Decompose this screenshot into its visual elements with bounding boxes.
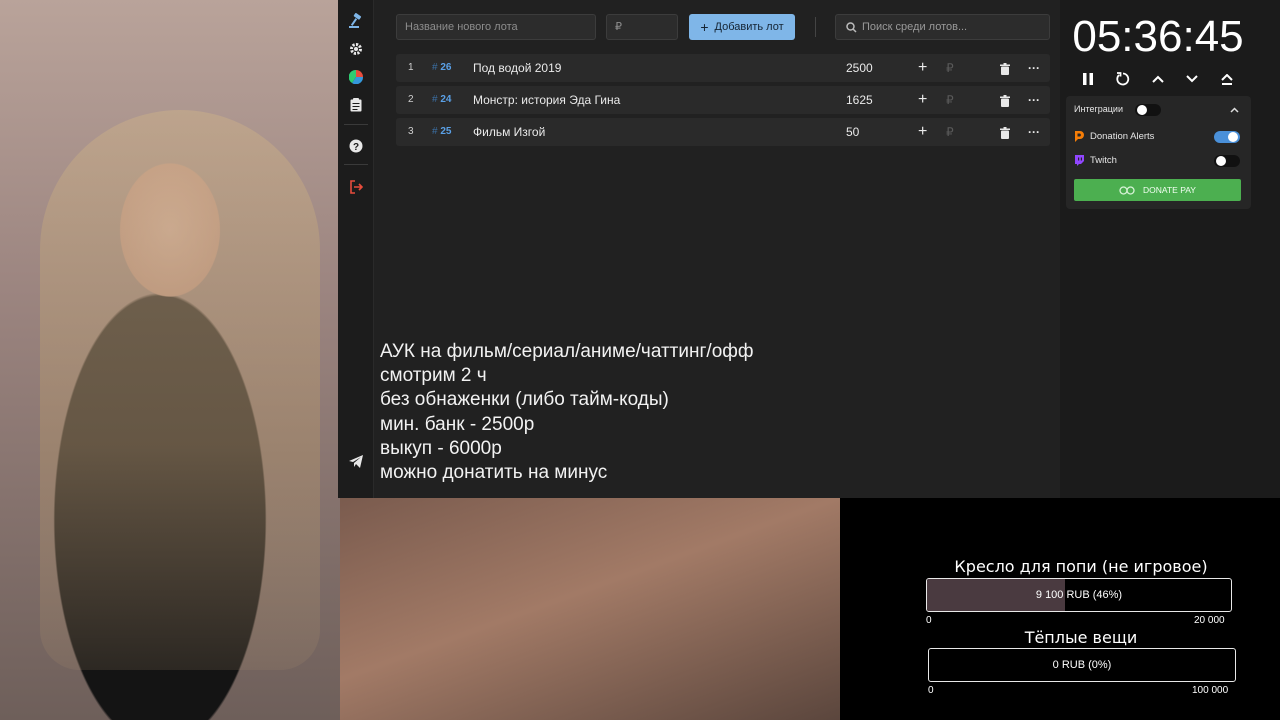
twitch-icon — [1075, 155, 1084, 166]
goal-amount: 9 100 RUB (46%) — [1035, 589, 1123, 601]
lot-row[interactable]: 2 # 24 Монстр: история Эда Гина 1625 + ₽ ··· — [396, 86, 1050, 114]
lot-name-input[interactable] — [396, 14, 596, 40]
more-icon[interactable]: ··· — [1028, 54, 1040, 82]
sidebar-divider — [344, 124, 368, 125]
goal-title: Тёплые вещи — [1024, 628, 1138, 647]
add-amount-icon[interactable]: + — [918, 86, 927, 114]
reset-icon[interactable] — [1113, 68, 1133, 90]
search-field[interactable]: Поиск среди лотов... — [835, 14, 1050, 40]
service-name: Donation Alerts — [1090, 131, 1155, 142]
help-icon[interactable]: ? — [344, 134, 368, 158]
countdown-timer: 05:36:45 — [1072, 12, 1244, 61]
goal-max: 20 000 — [1194, 615, 1225, 626]
rules-line: смотрим 2 ч — [380, 365, 487, 387]
pause-icon[interactable] — [1078, 68, 1098, 90]
trash-icon[interactable] — [1000, 54, 1010, 82]
chevron-up-icon[interactable] — [1230, 107, 1239, 113]
donatepay-icon — [1119, 185, 1135, 195]
gear-icon[interactable] — [344, 37, 368, 61]
lot-index: 2 — [408, 94, 414, 105]
service-name: Twitch — [1090, 155, 1117, 166]
lot-name[interactable]: Фильм Изгой — [473, 118, 545, 146]
goal-min: 0 — [926, 615, 932, 626]
lot-row[interactable]: 3 # 25 Фильм Изгой 50 + ₽ ··· — [396, 118, 1050, 146]
lot-amount[interactable]: 50 — [846, 118, 859, 146]
goal-progress-bar: 0 RUB (0%) — [928, 648, 1236, 682]
goal-title: Кресло для попи (не игровое) — [954, 557, 1208, 576]
toolbar-divider — [815, 17, 816, 37]
lot-id: # 24 — [432, 94, 452, 105]
donatepay-button[interactable]: DONATE PAY — [1074, 179, 1241, 201]
integrations-toggle[interactable] — [1135, 104, 1161, 116]
sidebar-divider — [344, 164, 368, 165]
lot-index: 3 — [408, 126, 414, 137]
trash-icon[interactable] — [1000, 118, 1010, 146]
lot-id: # 25 — [432, 126, 452, 137]
donation-goals: Кресло для попи (не игровое) 9 100 RUB (… — [840, 498, 1280, 720]
clipboard-icon[interactable] — [344, 93, 368, 117]
chevron-down-icon[interactable] — [1182, 68, 1202, 90]
timer-panel: 05:36:45 Интеграции Donation Alerts Twit… — [1060, 0, 1280, 498]
lot-amount-input[interactable] — [606, 14, 678, 40]
stream-rules: АУК на фильм/сериал/аниме/чаттинг/офф см… — [380, 340, 754, 485]
collapse-up-icon[interactable] — [1217, 68, 1237, 90]
integrations-title: Интеграции — [1074, 104, 1123, 114]
rules-line: АУК на фильм/сериал/аниме/чаттинг/офф — [380, 341, 754, 362]
search-icon — [846, 22, 857, 33]
twitch-toggle[interactable] — [1214, 155, 1240, 167]
pie-chart-icon[interactable] — [344, 65, 368, 89]
rules-line: можно донатить на минус — [380, 462, 608, 484]
svg-text:?: ? — [353, 142, 359, 153]
trash-icon[interactable] — [1000, 86, 1010, 114]
donation-alerts-toggle[interactable] — [1214, 131, 1240, 143]
lot-amount[interactable]: 2500 — [846, 54, 873, 82]
twitch-row: Twitch — [1074, 155, 1117, 166]
donation-alerts-row: Donation Alerts — [1074, 131, 1154, 142]
gavel-icon[interactable] — [344, 9, 368, 33]
search-placeholder: Поиск среди лотов... — [862, 21, 968, 33]
add-lot-button[interactable]: + Добавить лот — [689, 14, 795, 40]
plus-icon: + — [700, 19, 709, 35]
timer-controls — [1076, 68, 1236, 90]
add-amount-icon[interactable]: + — [918, 118, 927, 146]
chevron-up-icon[interactable] — [1148, 68, 1168, 90]
webcam-figure — [40, 110, 320, 670]
ruble-input[interactable]: ₽ — [946, 118, 954, 146]
ruble-input[interactable]: ₽ — [946, 86, 954, 114]
goal-progress-bar: 9 100 RUB (46%) — [926, 578, 1232, 612]
stream-screen: ? + Добавить лот Поиск среди лотов... — [0, 0, 1280, 720]
rules-line: мин. банк - 2500р — [380, 413, 535, 435]
lot-amount[interactable]: 1625 — [846, 86, 873, 114]
lot-name[interactable]: Монстр: история Эда Гина — [473, 86, 620, 114]
room-background — [340, 498, 840, 720]
lot-name[interactable]: Под водой 2019 — [473, 54, 561, 82]
telegram-icon[interactable] — [344, 449, 368, 473]
rules-line: выкуп - 6000р — [380, 437, 502, 459]
rules-line: без обнаженки (либо тайм-коды) — [380, 389, 669, 411]
donation-alerts-icon — [1075, 131, 1084, 142]
webcam-feed — [0, 0, 340, 720]
more-icon[interactable]: ··· — [1028, 86, 1040, 114]
lot-row[interactable]: 1 # 26 Под водой 2019 2500 + ₽ ··· — [396, 54, 1050, 82]
auction-app: ? + Добавить лот Поиск среди лотов... — [338, 0, 1060, 498]
lot-id: # 26 — [432, 62, 452, 73]
goal-min: 0 — [928, 685, 934, 696]
sidebar: ? — [338, 0, 374, 498]
donatepay-label: DONATE PAY — [1143, 185, 1196, 195]
goal-amount: 0 RUB (0%) — [1052, 659, 1112, 671]
add-amount-icon[interactable]: + — [918, 54, 927, 82]
ruble-input[interactable]: ₽ — [946, 54, 954, 82]
more-icon[interactable]: ··· — [1028, 118, 1040, 146]
integrations-card: Интеграции Donation Alerts Twitch DONATE… — [1066, 96, 1251, 209]
add-lot-label: Добавить лот — [714, 21, 784, 33]
lot-index: 1 — [408, 62, 414, 73]
logout-icon[interactable] — [344, 175, 368, 199]
goal-max: 100 000 — [1192, 685, 1229, 696]
